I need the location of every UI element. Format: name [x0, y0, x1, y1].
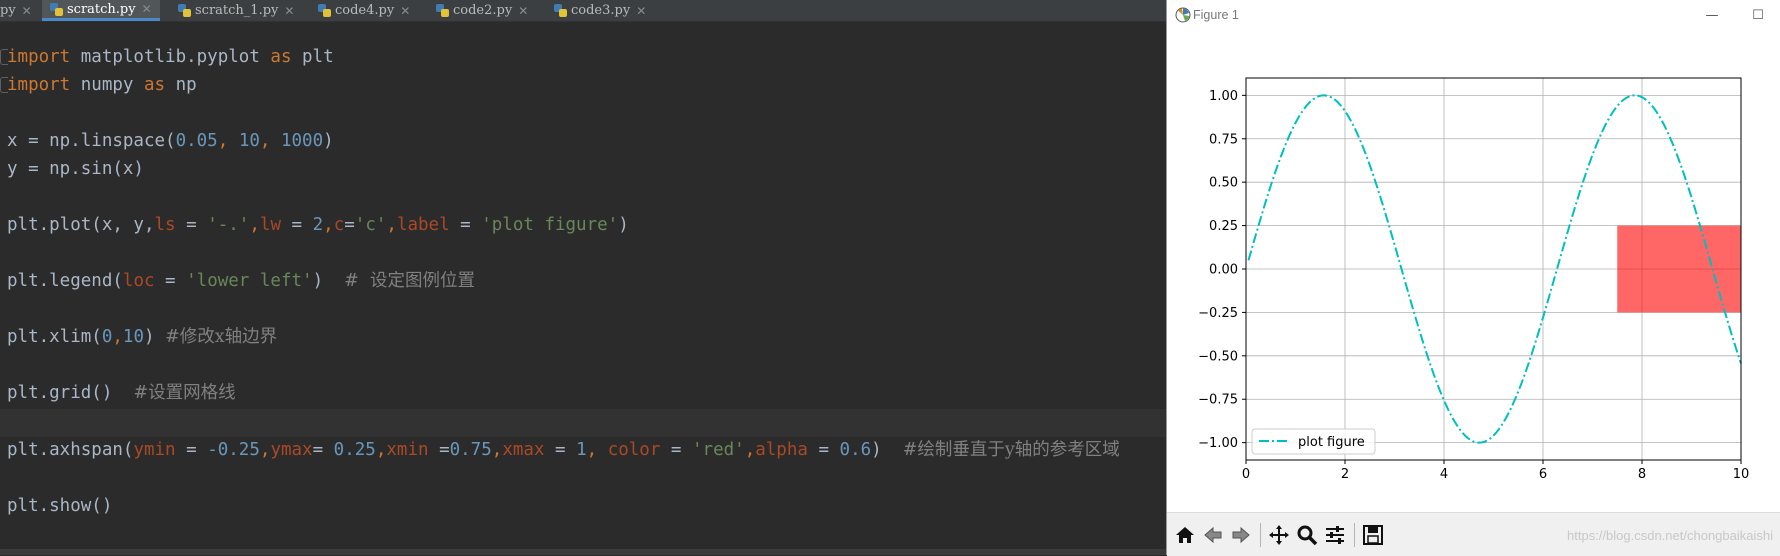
legend: plot figure: [1251, 428, 1376, 455]
tab-label: code4.py: [335, 3, 395, 18]
code-line-3: x = np.linspace(0.05, 10, 1000): [7, 131, 334, 151]
toolbar-separator: [1354, 523, 1355, 547]
x-tick-label: 2: [1341, 467, 1349, 482]
x-tick-label: 6: [1539, 467, 1547, 482]
minimize-button[interactable]: —: [1689, 0, 1735, 30]
back-icon: [1204, 526, 1222, 544]
code-line-8: plt.grid() #设置网格线: [7, 383, 236, 403]
figure-toolbar: https://blog.csdn.net/chongbaikaishi: [1167, 512, 1780, 556]
close-icon[interactable]: ✕: [636, 4, 646, 18]
y-tick-label: 0.00: [1209, 263, 1238, 278]
toolbar-separator: [1260, 523, 1261, 547]
configure-icon: [1326, 526, 1344, 544]
x-tick-label: 10: [1733, 467, 1750, 482]
tab-code3[interactable]: code3.py ✕: [554, 0, 646, 21]
tab-label: scratch_1.py: [195, 3, 279, 18]
tab-label: code2.py: [453, 3, 513, 18]
back-button[interactable]: [1199, 521, 1227, 549]
home-button[interactable]: [1171, 521, 1199, 549]
tab-label: code3.py: [571, 3, 631, 18]
y-tick-label: −1.00: [1198, 436, 1238, 451]
code-area[interactable]: import matplotlib.pyplot as plt import n…: [0, 21, 1166, 555]
legend-label: plot figure: [1298, 435, 1365, 450]
code-line-9: plt.axhspan(ymin = -0.25,ymax= 0.25,xmin…: [7, 440, 1120, 460]
tab-label: py: [0, 3, 16, 18]
code-line-5: plt.plot(x, y,ls = '-.',lw = 2,c='c',lab…: [7, 215, 629, 235]
watermark-text: https://blog.csdn.net/chongbaikaishi: [1567, 528, 1773, 543]
pan-icon: [1269, 525, 1289, 545]
zoom-button[interactable]: [1293, 521, 1321, 549]
y-tick-label: −0.75: [1198, 393, 1238, 408]
save-icon: [1363, 525, 1383, 545]
python-file-icon: [50, 2, 63, 16]
code-line-6: plt.legend(loc = 'lower left') # 设定图例位置: [7, 271, 475, 291]
y-tick-label: 0.50: [1209, 176, 1238, 191]
code-line-7: plt.xlim(0,10) #修改x轴边界: [7, 327, 278, 347]
pan-button[interactable]: [1265, 521, 1293, 549]
python-file-icon: [318, 4, 331, 17]
window-titlebar[interactable]: Figure 1 — ☐ ✕: [1167, 0, 1780, 30]
close-icon[interactable]: ✕: [22, 4, 32, 18]
maximize-button[interactable]: ☐: [1735, 0, 1780, 30]
python-file-icon: [554, 4, 567, 17]
axhspan-region: [1617, 225, 1741, 313]
figure-window: Figure 1 — ☐ ✕ 0 2 4 6 8 10 −1.00 −0.75 −0.50 −0.…: [1166, 0, 1780, 556]
y-tick-label: −0.25: [1198, 306, 1238, 321]
code-line-4: y = np.sin(x): [7, 159, 144, 179]
x-tick-label: 0: [1242, 467, 1250, 482]
tab-scratch-1[interactable]: scratch_1.py ✕: [178, 0, 294, 21]
code-line-1: import matplotlib.pyplot as plt: [7, 47, 334, 67]
close-icon[interactable]: ✕: [400, 4, 410, 18]
forward-button[interactable]: [1227, 521, 1255, 549]
x-tick-label: 8: [1638, 467, 1646, 482]
editor-tab-bar: py ✕ scratch.py ✕ scratch_1.py ✕ code4.p…: [0, 0, 1166, 22]
tab-label: scratch.py: [67, 1, 136, 17]
y-tick-label: −0.50: [1198, 349, 1238, 364]
close-icon[interactable]: ✕: [284, 4, 294, 18]
horizontal-scrollbar[interactable]: [0, 549, 1166, 555]
close-icon[interactable]: ✕: [518, 4, 528, 18]
minimize-icon: —: [1705, 7, 1719, 23]
python-file-icon: [178, 4, 191, 17]
plot-canvas[interactable]: 0 2 4 6 8 10 −1.00 −0.75 −0.50 −0.25 0.00 0.25 0.50 0…: [1167, 30, 1780, 512]
current-line-highlight: [0, 409, 1166, 437]
forward-icon: [1232, 526, 1250, 544]
matplotlib-logo-icon: [1175, 7, 1191, 23]
tab-code2[interactable]: code2.py ✕: [436, 0, 528, 21]
code-editor-window: py ✕ scratch.py ✕ scratch_1.py ✕ code4.p…: [0, 0, 1166, 555]
window-title: Figure 1: [1193, 8, 1239, 22]
home-icon: [1176, 527, 1194, 543]
close-icon[interactable]: ✕: [142, 2, 152, 16]
zoom-icon: [1297, 525, 1318, 546]
code-line-2: import numpy as np: [7, 75, 197, 95]
y-tick-label: 0.75: [1209, 132, 1238, 147]
code-line-10: plt.show(): [7, 496, 113, 516]
python-file-icon: [436, 4, 449, 17]
y-tick-label: 1.00: [1209, 89, 1238, 104]
x-tick-label: 4: [1440, 467, 1448, 482]
save-button[interactable]: [1359, 521, 1387, 549]
y-tick-label: 0.25: [1209, 219, 1238, 234]
maximize-icon: ☐: [1752, 7, 1764, 23]
tab-partial[interactable]: py ✕: [0, 0, 32, 21]
tab-scratch[interactable]: scratch.py ✕: [42, 0, 160, 21]
configure-subplots-button[interactable]: [1321, 521, 1349, 549]
tab-code4[interactable]: code4.py ✕: [318, 0, 410, 21]
